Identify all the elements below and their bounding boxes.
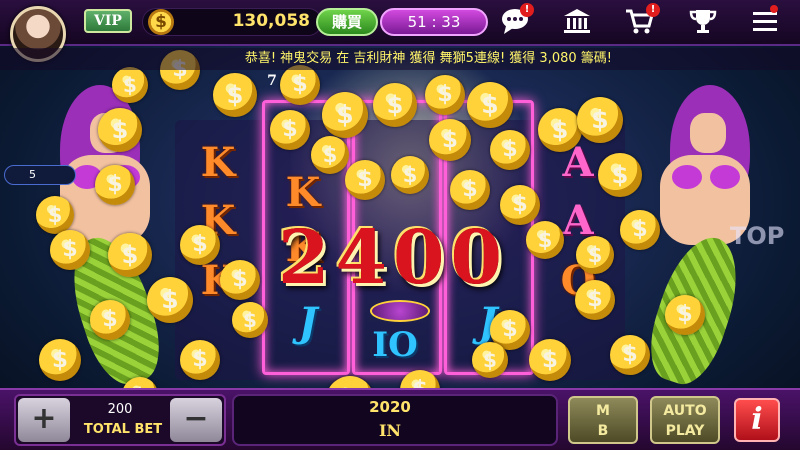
gold-coin: $ [425,75,465,115]
bank-icon[interactable] [560,7,594,39]
gold-coin: $ [95,165,135,205]
trophy-icon[interactable] [686,7,720,39]
increase-bet-button[interactable]: + [18,398,70,442]
gold-coin: $ [526,221,564,259]
gold-coin: $ [576,236,614,274]
cart-notification-badge: ! [646,3,660,17]
gold-coin: $ [500,185,540,225]
reel-symbol: J [298,299,318,346]
gold-coin: $ [373,83,417,127]
coin-balance: 130,058 [232,11,310,31]
gold-coin: $ [280,65,320,105]
coin-icon: $ [148,9,174,35]
max-bet-label: M B [596,403,610,439]
gold-coin: $ [232,302,268,338]
reel-symbol: 7 [267,73,277,89]
win-value: 2020 [369,398,411,416]
gold-coin: $ [112,67,148,103]
vip-badge[interactable]: VIP [84,9,132,33]
info-button[interactable]: i [734,398,780,442]
gold-coin: $ [270,110,310,150]
gold-coin: $ [220,260,260,300]
menu-notification-dot [770,5,778,13]
big-win-amount: 2400 [278,215,508,301]
gold-coin: $ [472,342,508,378]
payline-count: 5 [29,168,36,181]
gold-coin: $ [391,156,429,194]
gold-coin: $ [575,280,615,320]
gold-coin: $ [610,335,650,375]
gold-coin: $ [429,119,471,161]
gold-coin: $ [450,170,490,210]
gold-coin: $ [620,210,660,250]
auto-play-label: AUTO PLAY [663,403,707,439]
gold-coin: $ [39,339,81,381]
gold-coin: $ [665,295,705,335]
gold-coin: $ [529,339,571,381]
gold-coin: $ [108,233,152,277]
win-label: IN [378,421,402,440]
announcement-ticker: 恭喜! 神鬼交易 在 吉利財神 獲得 舞獅5連線! 獲得 3,080 籌碼! [0,48,800,70]
gold-coin: $ [577,97,623,143]
menu-icon[interactable] [748,7,782,39]
gold-coin: $ [180,225,220,265]
gold-coin: $ [98,108,142,152]
total-bet-value: 200 [107,402,133,417]
pearl-shell-icon [370,300,430,322]
total-bet-label: TOTAL BET [83,422,163,437]
stop-label: TOP [730,222,785,250]
auto-play-button[interactable]: AUTO PLAY [650,396,720,444]
game-stage: K K K K K J J IO A A Q 7 5 TOP 2400 $ $ $ $… [0,0,800,450]
gold-coin: $ [490,130,530,170]
buy-button[interactable]: 購買 [316,8,378,36]
max-bet-button[interactable]: M B [568,396,638,444]
gold-coin: $ [311,136,349,174]
stop-button[interactable]: TOP [730,222,794,262]
gold-coin: $ [345,160,385,200]
gold-coin: $ [90,300,130,340]
reel-symbol: K [285,169,321,216]
reel-symbol: IO [372,325,418,365]
gold-coin: $ [598,153,642,197]
gold-coin: $ [213,73,257,117]
payline-indicator[interactable]: 5 [4,165,76,185]
gold-coin: $ [50,230,90,270]
gold-coin: $ [467,82,513,128]
gold-coin: $ [36,196,74,234]
chat-notification-badge: ! [520,3,534,17]
gold-coin: $ [322,92,368,138]
gold-coin: $ [538,108,582,152]
gold-coin: $ [147,277,193,323]
bonus-timer: 51 : 33 [380,8,488,36]
gold-coin: $ [180,340,220,380]
